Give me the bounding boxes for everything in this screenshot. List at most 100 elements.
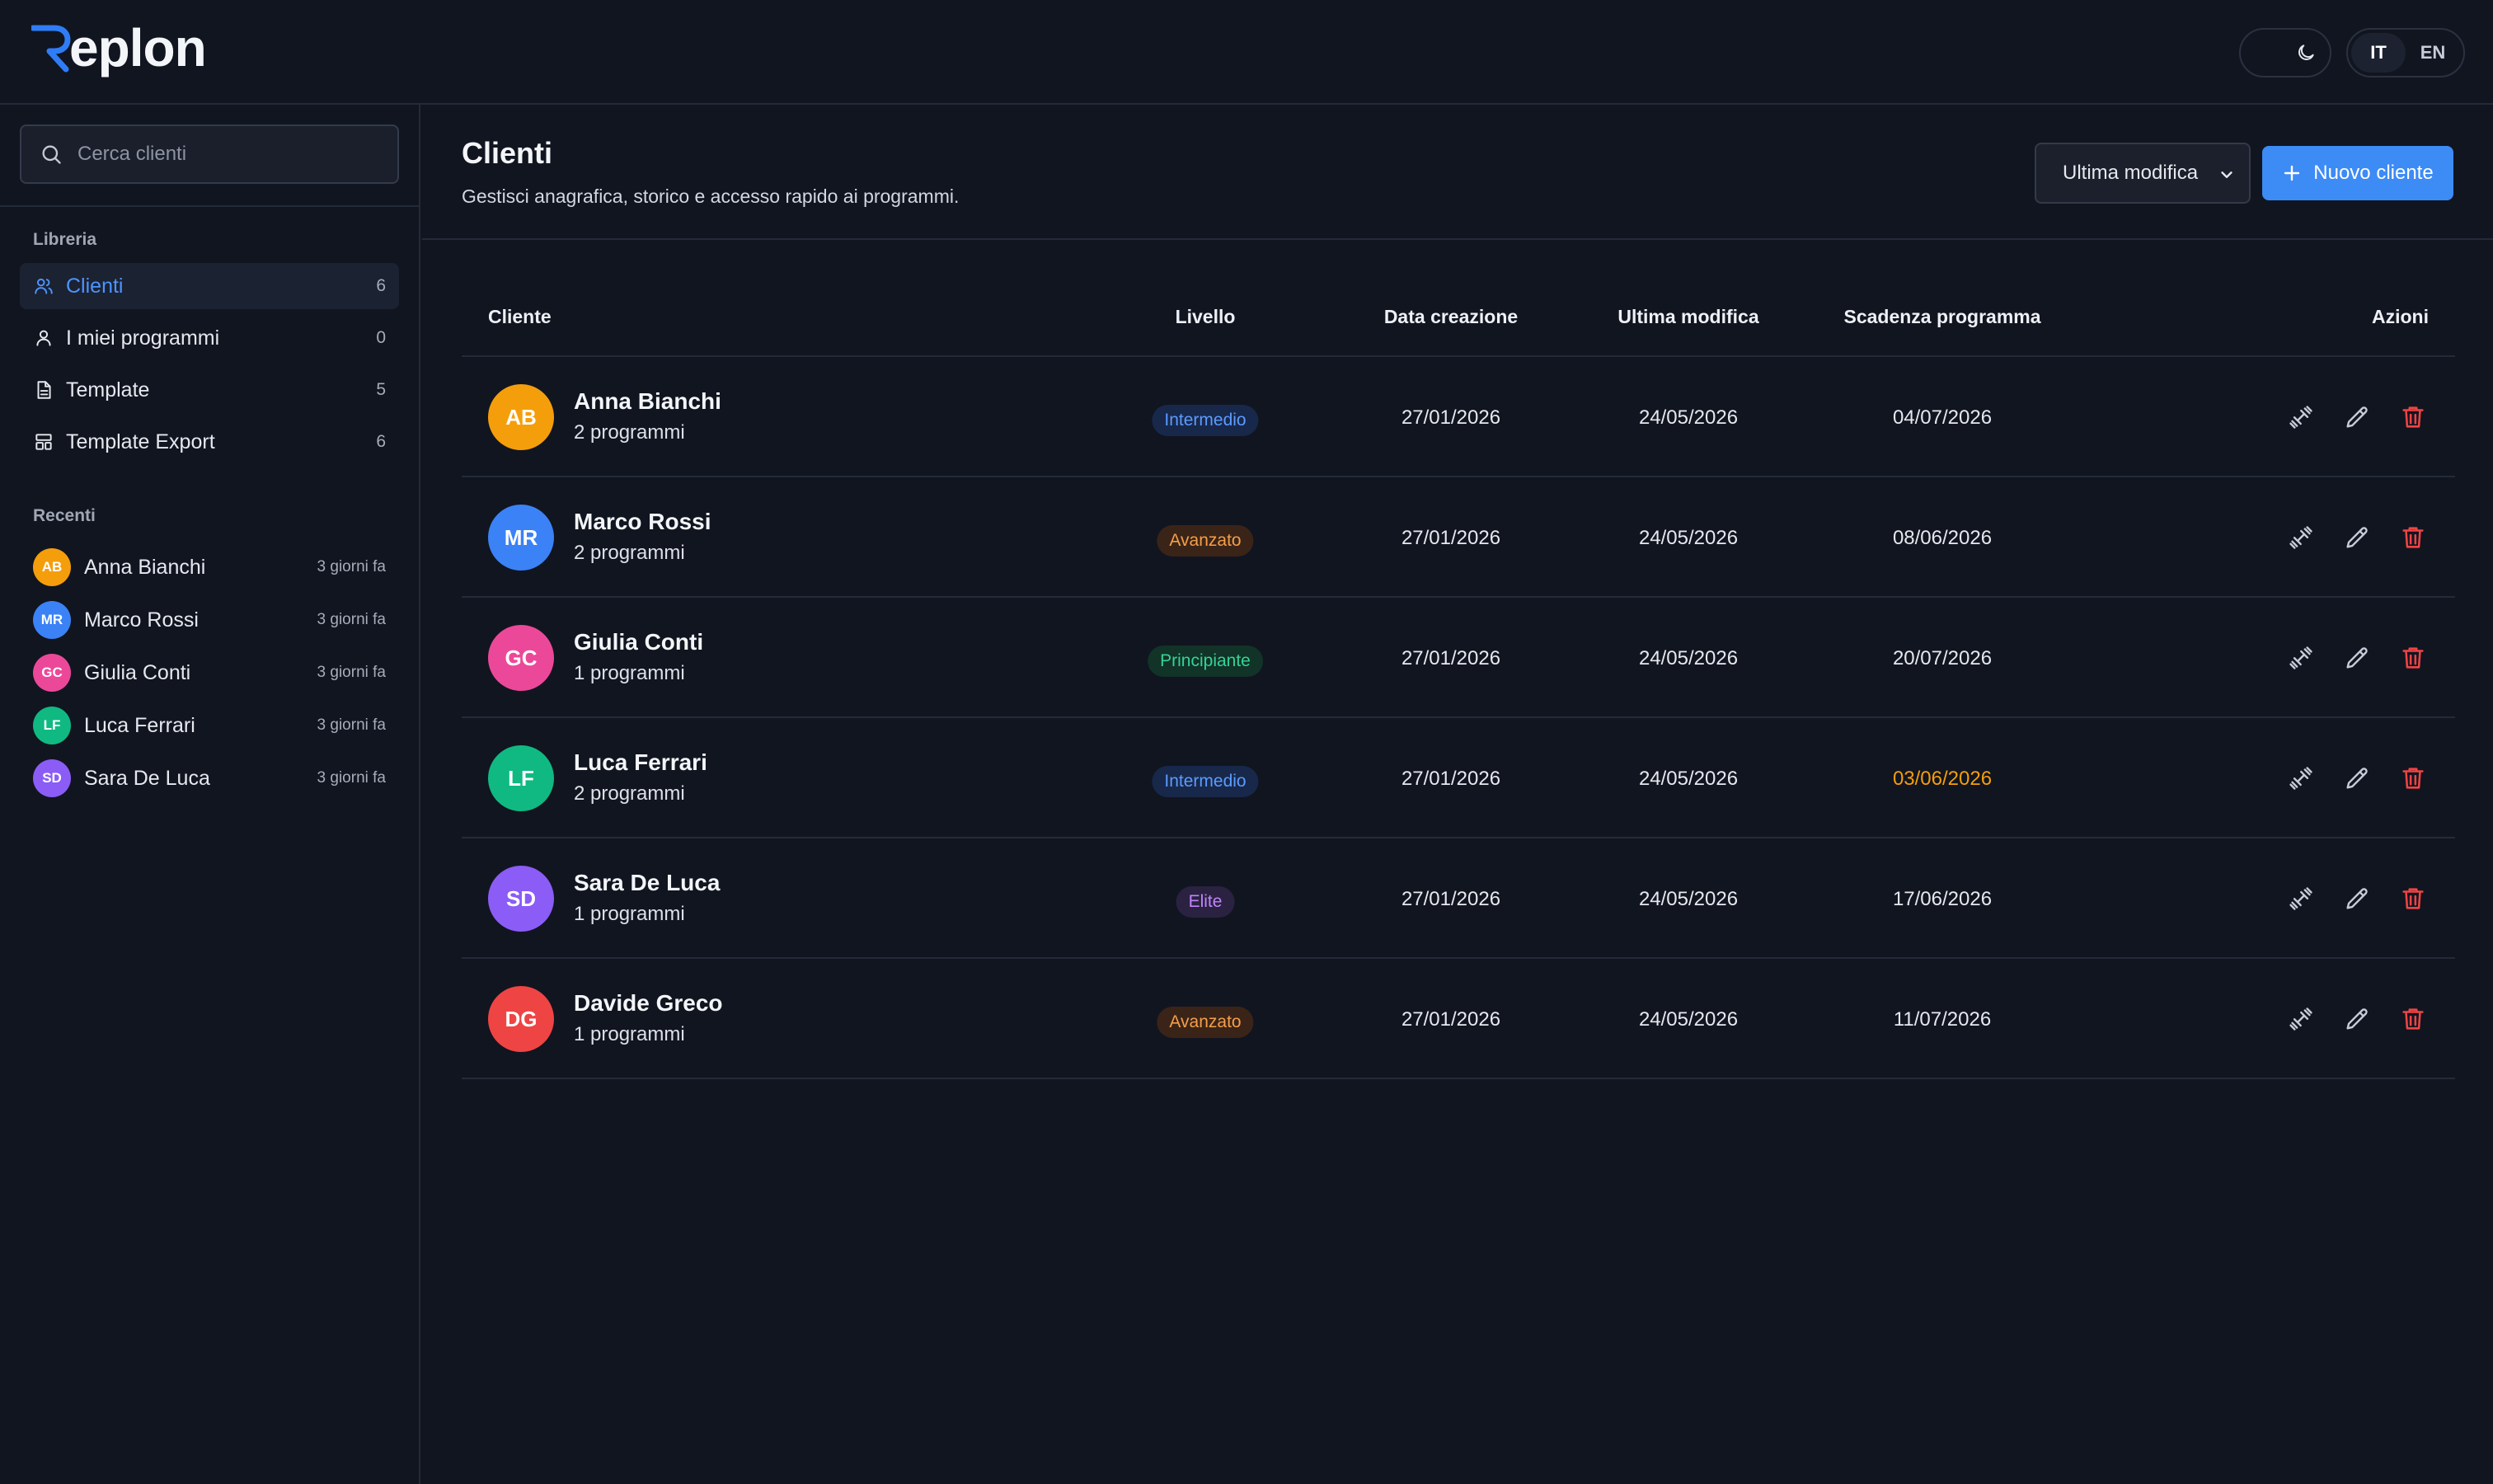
delete-button[interactable]	[2397, 883, 2429, 914]
new-client-label: Nuovo cliente	[2313, 162, 2434, 184]
pencil-icon	[2346, 768, 2368, 789]
modified-date: 24/05/2026	[1638, 647, 1739, 669]
trash-icon	[2402, 888, 2424, 909]
table-row[interactable]: LF Luca Ferrari 2 programmi Intermedio 2…	[462, 718, 2455, 838]
lang-en-button[interactable]: EN	[2406, 33, 2460, 73]
delete-button[interactable]	[2397, 763, 2429, 794]
users-icon	[35, 278, 53, 294]
recent-item[interactable]: AB Anna Bianchi 3 giorni fa	[20, 541, 399, 594]
client-name[interactable]: Marco Rossi	[574, 509, 711, 535]
recent-item[interactable]: LF Luca Ferrari 3 giorni fa	[20, 699, 399, 752]
client-program-count: 2 programmi	[574, 421, 685, 444]
column-header-scadenza[interactable]: Scadenza programma	[1843, 306, 2040, 328]
expiry-date: 20/07/2026	[1892, 647, 1993, 669]
client-name[interactable]: Sara De Luca	[574, 870, 720, 896]
edit-button[interactable]	[2341, 883, 2373, 914]
trash-icon	[2402, 768, 2424, 789]
main-content: Clienti Gestisci anagrafica, storico e a…	[422, 105, 2493, 1484]
table-row[interactable]: MR Marco Rossi 2 programmi Avanzato 27/0…	[462, 477, 2455, 598]
avatar: MR	[488, 505, 554, 571]
sidebar-item-label: Template Export	[66, 430, 215, 453]
programs-button[interactable]	[2285, 522, 2317, 553]
lang-it-button[interactable]: IT	[2351, 33, 2406, 73]
recent-item[interactable]: SD Sara De Luca 3 giorni fa	[20, 752, 399, 805]
pencil-icon	[2346, 647, 2368, 669]
user-icon	[36, 330, 51, 346]
programs-button[interactable]	[2285, 763, 2317, 794]
library-nav: Clienti 6 I miei programmi 0 Template 5	[0, 263, 419, 465]
page-subtitle: Gestisci anagrafica, storico e accesso r…	[462, 186, 960, 207]
client-name[interactable]: Giulia Conti	[574, 629, 703, 655]
recent-item[interactable]: MR Marco Rossi 3 giorni fa	[20, 594, 399, 646]
modified-date: 24/05/2026	[1638, 768, 1739, 790]
client-program-count: 1 programmi	[574, 1023, 685, 1045]
client-program-count: 1 programmi	[574, 662, 685, 684]
expiry-date: 17/06/2026	[1892, 888, 1993, 910]
client-name[interactable]: Luca Ferrari	[574, 749, 707, 776]
programs-button[interactable]	[2285, 1003, 2317, 1035]
search-input[interactable]	[77, 143, 391, 166]
sidebar-item-miei-programmi[interactable]: I miei programmi 0	[20, 315, 399, 361]
top-bar: eplon IT EN	[0, 0, 2493, 105]
created-date: 27/01/2026	[1401, 647, 1501, 669]
level-badge: Avanzato	[1157, 1007, 1254, 1038]
column-header-azioni: Azioni	[2372, 306, 2429, 327]
avatar: SD	[488, 866, 554, 932]
column-header-cliente[interactable]: Cliente	[488, 306, 552, 328]
sidebar-item-clienti[interactable]: Clienti 6	[20, 263, 399, 309]
avatar: SD	[33, 759, 71, 797]
app-logo[interactable]: eplon	[31, 18, 207, 77]
client-program-count: 2 programmi	[574, 542, 685, 564]
recent-item[interactable]: GC Giulia Conti 3 giorni fa	[20, 646, 399, 699]
edit-button[interactable]	[2341, 1003, 2373, 1035]
delete-button[interactable]	[2397, 1003, 2429, 1035]
plus-icon	[2284, 165, 2300, 181]
programs-button[interactable]	[2285, 642, 2317, 674]
recent-time: 3 giorni fa	[317, 664, 386, 681]
delete-button[interactable]	[2397, 642, 2429, 674]
new-client-button[interactable]: Nuovo cliente	[2262, 146, 2453, 200]
theme-toggle[interactable]	[2239, 28, 2331, 77]
avatar: MR	[33, 601, 71, 639]
modified-date: 24/05/2026	[1638, 406, 1739, 429]
sidebar-item-template-export[interactable]: Template Export 6	[20, 419, 399, 465]
sidebar-item-label: Clienti	[66, 274, 124, 298]
table-body: AB Anna Bianchi 2 programmi Intermedio 2…	[462, 357, 2455, 1079]
recent-time: 3 giorni fa	[317, 769, 386, 787]
created-date: 27/01/2026	[1401, 888, 1501, 910]
delete-button[interactable]	[2397, 522, 2429, 553]
level-badge: Principiante	[1148, 646, 1263, 677]
moon-icon	[2298, 45, 2314, 60]
client-name[interactable]: Davide Greco	[574, 990, 723, 1017]
column-header-livello[interactable]: Livello	[1176, 306, 1236, 328]
edit-button[interactable]	[2341, 402, 2373, 433]
edit-button[interactable]	[2341, 642, 2373, 674]
avatar: GC	[488, 625, 554, 691]
dumbbell-icon	[2289, 1007, 2312, 1031]
table-row[interactable]: DG Davide Greco 1 programmi Avanzato 27/…	[462, 959, 2455, 1079]
delete-button[interactable]	[2397, 402, 2429, 433]
sort-select[interactable]: Ultima modifica	[2035, 143, 2251, 204]
table-row[interactable]: SD Sara De Luca 1 programmi Elite 27/01/…	[462, 838, 2455, 959]
programs-button[interactable]	[2285, 883, 2317, 914]
expiry-date: 03/06/2026	[1892, 768, 1993, 790]
table-row[interactable]: AB Anna Bianchi 2 programmi Intermedio 2…	[462, 357, 2455, 477]
dumbbell-icon	[2289, 526, 2312, 549]
edit-button[interactable]	[2341, 522, 2373, 553]
column-header-ultima-modifica[interactable]: Ultima modifica	[1617, 306, 1758, 328]
client-name[interactable]: Anna Bianchi	[574, 388, 721, 415]
programs-button[interactable]	[2285, 402, 2317, 433]
edit-button[interactable]	[2341, 763, 2373, 794]
logo-text: eplon	[69, 18, 207, 77]
recent-name: Sara De Luca	[84, 766, 210, 790]
table-row[interactable]: GC Giulia Conti 1 programmi Principiante…	[462, 598, 2455, 718]
modified-date: 24/05/2026	[1638, 1008, 1739, 1031]
sidebar-item-template[interactable]: Template 5	[20, 367, 399, 413]
sidebar-item-count: 6	[376, 432, 386, 451]
search-icon	[42, 145, 61, 164]
column-header-data-creazione[interactable]: Data creazione	[1384, 306, 1518, 328]
search-section	[0, 105, 419, 207]
search-box	[20, 124, 399, 184]
trash-icon	[2402, 406, 2424, 428]
avatar: AB	[33, 548, 71, 586]
